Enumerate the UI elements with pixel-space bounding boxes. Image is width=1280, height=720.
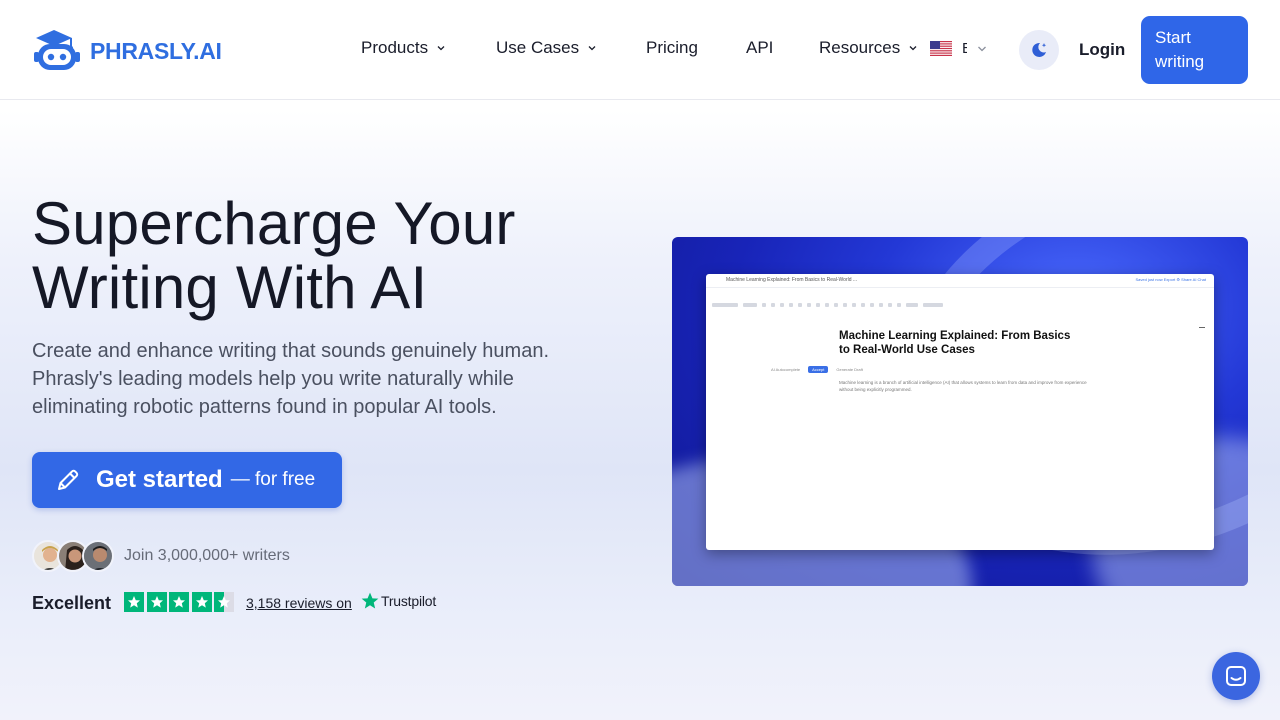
star-icon <box>169 592 189 612</box>
moon-sparkle-icon <box>1032 42 1047 57</box>
trustpilot-logo[interactable]: Trustpilot <box>361 592 436 610</box>
nav-item-label: Use Cases <box>496 38 580 57</box>
chip-generate-draft: Generate Draft <box>836 367 863 372</box>
site-header: PHRASLY.AI Products Use Cases Pricing AP… <box>0 0 1280 100</box>
avatar <box>82 540 114 572</box>
nav-item-api[interactable]: API <box>746 38 773 58</box>
trustpilot-label: Trustpilot <box>381 593 437 609</box>
get-started-button[interactable]: Get started — for free <box>32 452 342 508</box>
language-selector[interactable]: E <box>930 40 988 57</box>
start-writing-button[interactable]: Start writing <box>1141 16 1248 84</box>
half-star-icon <box>214 592 234 612</box>
cta-sub-label: — for free <box>230 469 316 490</box>
chat-bubble-icon <box>1226 666 1246 686</box>
editor-chips: AI Autocomplete Accept Generate Draft <box>771 366 871 373</box>
hero-title: Supercharge Your Writing With AI <box>32 190 516 321</box>
doc-divider <box>1199 327 1205 328</box>
cta-main-label: Get started <box>96 466 223 493</box>
brand-name: PHRASLY.AI <box>90 37 222 64</box>
reviews-link[interactable]: 3,158 reviews on <box>246 595 352 611</box>
editor-document: Machine Learning Explained: From Basics … <box>706 274 1214 550</box>
chevron-down-icon <box>437 46 445 51</box>
doc-name: Machine Learning Explained: From Basics … <box>726 277 858 283</box>
nav-item-resources[interactable]: Resources <box>819 38 918 58</box>
language-code: E <box>962 40 967 57</box>
chat-launcher-button[interactable] <box>1212 652 1260 700</box>
join-writers-text: Join 3,000,000+ writers <box>124 547 290 564</box>
editor-preview-image: Machine Learning Explained: From Basics … <box>672 237 1248 586</box>
nav-item-label: Products <box>361 38 429 57</box>
doc-body-text: Machine learning is a branch of artifici… <box>839 380 1087 392</box>
nav-item-label: Resources <box>819 38 901 57</box>
star-icon <box>124 592 144 612</box>
brand-logo[interactable]: PHRASLY.AI <box>32 28 222 72</box>
chip-autocomplete: AI Autocomplete <box>771 367 801 372</box>
robot-graduation-cap-icon <box>32 28 86 72</box>
star-icon <box>191 592 212 612</box>
chevron-down-icon <box>978 46 986 51</box>
trustpilot-stars <box>124 592 237 612</box>
us-flag-icon <box>930 41 952 56</box>
editor-topbar: Machine Learning Explained: From Basics … <box>706 274 1214 288</box>
nav-item-label: API <box>746 38 774 57</box>
chevron-down-icon <box>909 46 917 51</box>
trustpilot-star-icon <box>361 592 379 609</box>
doc-title: Machine Learning Explained: From Basics … <box>839 330 1071 356</box>
chip-accept: Accept <box>808 366 829 373</box>
rating-word: Excellent <box>32 593 112 613</box>
editor-toolbar <box>712 296 1208 307</box>
hero-subtitle: Create and enhance writing that sounds g… <box>32 340 550 418</box>
star-icon <box>146 592 167 612</box>
pencil-icon <box>58 469 79 490</box>
nav-item-use-cases[interactable]: Use Cases <box>496 38 597 58</box>
login-link[interactable]: Login <box>1079 40 1125 60</box>
theme-toggle-button[interactable] <box>1019 30 1059 70</box>
chevron-down-icon <box>588 46 596 51</box>
nav-item-products[interactable]: Products <box>361 38 446 58</box>
writer-avatars <box>32 540 114 572</box>
doc-actions: Saved just now Export ⚙ Share AI Chat <box>1135 277 1206 282</box>
nav-item-pricing[interactable]: Pricing <box>646 38 698 58</box>
nav-item-label: Pricing <box>646 38 698 57</box>
